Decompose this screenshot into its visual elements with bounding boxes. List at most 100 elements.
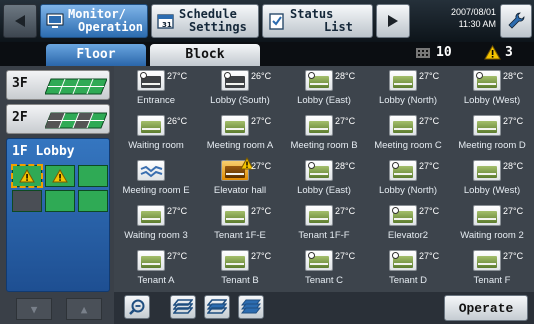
unit-tile[interactable]: 27°C Tenant A <box>114 248 198 293</box>
unit-tile[interactable]: 26°C Lobby (South) <box>198 68 282 113</box>
monitor-operation-button[interactable]: Monitor/Operation <box>40 4 148 38</box>
unit-tile[interactable]: 27°C Waiting room 3 <box>114 203 198 248</box>
unit-tile[interactable]: 28°C Lobby (East) <box>282 158 366 203</box>
block-cell[interactable] <box>78 165 108 187</box>
unit-tile[interactable]: 27°C Tenant 1F-F <box>282 203 366 248</box>
status-label-line2: List <box>324 20 353 34</box>
unit-temperature: 27°C <box>419 161 440 171</box>
unit-tile[interactable]: 27°C Elevator2 <box>366 203 450 248</box>
unit-tile[interactable]: 27°C Elevator hall <box>198 157 282 203</box>
unit-temperature: 28°C <box>503 161 524 171</box>
unit-tile[interactable]: 28°C Lobby (West) <box>450 158 534 203</box>
unit-temperature: 27°C <box>503 206 524 216</box>
unit-temperature: 26°C <box>251 71 272 81</box>
timer-icon <box>224 72 231 79</box>
unit-name: Tenant 1F-F <box>298 230 350 241</box>
unit-tile[interactable]: 28°C Lobby (East) <box>282 68 366 113</box>
unit-temperature: 27°C <box>335 206 356 216</box>
unit-tile[interactable]: 27°C Tenant F <box>450 248 534 293</box>
floor-label: 2F <box>12 110 28 125</box>
ac-unit-icon <box>221 70 249 91</box>
layer-mixed-button[interactable] <box>204 295 230 319</box>
block-cell[interactable] <box>45 190 75 212</box>
unit-tile[interactable]: 27°C Waiting room 2 <box>450 203 534 248</box>
floor-item-1f-lobby[interactable]: 1F Lobby <box>6 138 110 292</box>
block-cell-warning[interactable] <box>45 165 75 187</box>
ac-unit-icon <box>389 250 417 271</box>
unit-name: Tenant C <box>304 275 344 286</box>
warning-icon <box>19 169 35 183</box>
unit-name: Lobby (West) <box>463 185 521 196</box>
unit-tile[interactable]: Meeting room E <box>114 158 198 203</box>
warning-icon <box>484 45 501 60</box>
zoom-out-button[interactable] <box>124 295 150 319</box>
unit-temperature: 27°C <box>167 206 188 216</box>
unit-temperature: 27°C <box>251 116 272 126</box>
unit-temperature: 27°C <box>503 116 524 126</box>
unit-name: Elevator hall <box>213 185 267 196</box>
unit-tile[interactable]: 27°C Meeting room A <box>198 113 282 158</box>
calendar-icon: 31 <box>157 14 174 29</box>
unit-temperature: 27°C <box>419 251 440 261</box>
scroll-down-button[interactable]: ▼ <box>16 298 52 320</box>
layers-outline-icon <box>173 299 193 314</box>
ac-unit-icon <box>137 70 165 91</box>
unit-name: Meeting room D <box>458 140 526 151</box>
unit-temperature: 27°C <box>167 71 188 81</box>
floor-block-grid <box>11 164 108 212</box>
unit-grid: 27°C Entrance 26°C Lobby (South) 28°C Lobby (… <box>114 66 534 292</box>
building-icon <box>416 48 430 58</box>
unit-name: Lobby (North) <box>378 185 438 196</box>
layer-outline-button[interactable] <box>170 295 196 319</box>
wrench-icon <box>508 12 525 29</box>
ac-unit-icon <box>473 205 501 226</box>
unit-tile[interactable]: 27°C Entrance <box>114 68 198 113</box>
block-cell[interactable] <box>12 190 42 212</box>
floor-item-3f[interactable]: 3F <box>6 70 110 100</box>
warning-icon <box>52 169 68 183</box>
unit-tile[interactable]: 28°C Lobby (West) <box>450 68 534 113</box>
unit-tile[interactable]: 26°C Waiting room <box>114 113 198 158</box>
unit-tile[interactable]: 27°C Meeting room C <box>366 113 450 158</box>
forward-button[interactable] <box>376 4 410 38</box>
magnifier-minus-icon <box>129 299 145 315</box>
layers-filled-icon <box>241 299 261 314</box>
unit-temperature: 27°C <box>419 71 440 81</box>
schedule-settings-button[interactable]: 31 Schedule Settings <box>151 4 259 38</box>
unit-tile[interactable]: 27°C Lobby (North) <box>366 68 450 113</box>
unit-name: Tenant D <box>388 275 428 286</box>
status-list-button[interactable]: Status List <box>262 4 373 38</box>
building-count-value: 10 <box>436 45 452 60</box>
date-text: 2007/08/01 <box>450 7 496 17</box>
unit-tile[interactable]: 27°C Meeting room D <box>450 113 534 158</box>
floor-item-2f[interactable]: 2F <box>6 104 110 134</box>
maintenance-button[interactable] <box>500 4 532 38</box>
unit-tile[interactable]: 27°C Tenant C <box>282 248 366 293</box>
block-cell[interactable] <box>78 190 108 212</box>
unit-tile[interactable]: 27°C Tenant 1F-E <box>198 203 282 248</box>
ac-unit-icon <box>305 70 333 91</box>
unit-name: Meeting room A <box>206 140 274 151</box>
layer-filled-button[interactable] <box>238 295 264 319</box>
unit-tile[interactable]: 27°C Tenant D <box>366 248 450 293</box>
back-button[interactable] <box>3 4 37 38</box>
monitor-label-line2: Operation <box>78 20 144 34</box>
unit-temperature: 27°C <box>503 251 524 261</box>
fan-unit-icon <box>137 160 165 181</box>
tab-floor[interactable]: Floor <box>46 44 146 66</box>
ac-unit-icon <box>137 205 165 226</box>
unit-tile[interactable]: 27°C Lobby (North) <box>366 158 450 203</box>
ac-unit-icon <box>137 115 165 136</box>
unit-temperature: 27°C <box>167 251 188 261</box>
timer-icon <box>308 252 315 259</box>
floor-label: 1F Lobby <box>12 144 75 159</box>
unit-tile[interactable]: 27°C Meeting room B <box>282 113 366 158</box>
tab-block[interactable]: Block <box>150 44 260 66</box>
scroll-up-button[interactable]: ▲ <box>66 298 102 320</box>
operate-button[interactable]: Operate <box>444 295 528 321</box>
unit-tile[interactable]: 27°C Tenant B <box>198 248 282 293</box>
unit-temperature: 27°C <box>251 251 272 261</box>
unit-name: Meeting room E <box>122 185 190 196</box>
timer-icon <box>392 252 399 259</box>
block-cell-warning[interactable] <box>11 164 43 188</box>
